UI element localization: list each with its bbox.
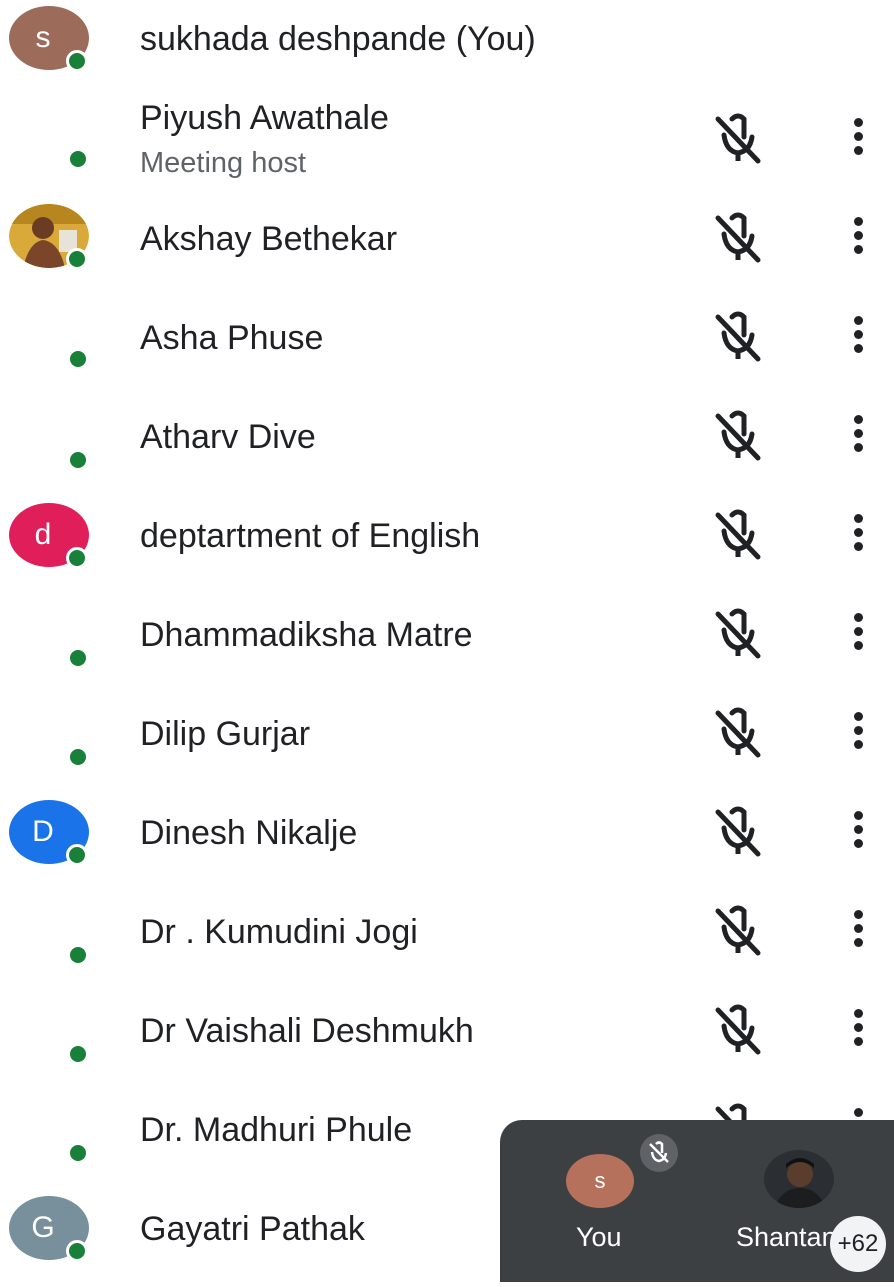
more-vert-icon[interactable]	[846, 212, 870, 264]
call-pip-panel[interactable]: s You Shantanu +62	[500, 1120, 894, 1282]
more-vert-icon[interactable]	[846, 113, 870, 165]
online-status-dot	[70, 151, 86, 167]
more-vert-icon[interactable]	[846, 608, 870, 660]
participant-name: deptartment of English	[140, 517, 481, 555]
mic-off-icon[interactable]	[710, 608, 766, 660]
mic-off-icon[interactable]	[710, 806, 766, 858]
more-vert-icon[interactable]	[846, 311, 870, 363]
more-vert-icon[interactable]	[846, 905, 870, 957]
participant-photo-avatar	[764, 1150, 834, 1208]
online-status-dot	[66, 50, 88, 72]
participant-name: Asha Phuse	[140, 319, 324, 357]
participant-name: Dhammadiksha Matre	[140, 616, 473, 654]
participant-name: Dr. Madhuri Phule	[140, 1111, 413, 1149]
more-vert-icon[interactable]	[846, 509, 870, 561]
participant-row[interactable]: Piyush Awathale Meeting host	[0, 99, 894, 198]
participant-name: Dilip Gurjar	[140, 715, 311, 753]
participant-name: Dr Vaishali Deshmukh	[140, 1012, 474, 1050]
mic-off-icon	[640, 1134, 678, 1172]
online-status-dot	[66, 844, 88, 866]
participant-name: Akshay Bethekar	[140, 220, 398, 258]
participant-role: Meeting host	[140, 147, 307, 179]
participant-row[interactable]: Dilip Gurjar	[0, 693, 894, 792]
participant-name: Gayatri Pathak	[140, 1210, 365, 1248]
more-vert-icon[interactable]	[846, 806, 870, 858]
mic-off-icon[interactable]	[710, 905, 766, 957]
mic-off-icon[interactable]	[710, 311, 766, 363]
more-participants-badge[interactable]: +62	[830, 1216, 886, 1272]
mic-off-icon[interactable]	[710, 1004, 766, 1056]
mic-off-icon[interactable]	[710, 113, 766, 165]
online-status-dot	[66, 248, 88, 270]
participant-row[interactable]: Akshay Bethekar	[0, 198, 894, 297]
self-avatar: s	[566, 1154, 634, 1208]
online-status-dot	[70, 452, 86, 468]
more-vert-icon[interactable]	[846, 707, 870, 759]
online-status-dot	[70, 947, 86, 963]
online-status-dot	[70, 351, 86, 367]
participant-row[interactable]: D Dinesh Nikalje	[0, 792, 894, 891]
online-status-dot	[70, 1145, 86, 1161]
online-status-dot	[70, 749, 86, 765]
online-status-dot	[66, 1240, 88, 1262]
mic-off-icon[interactable]	[710, 212, 766, 264]
online-status-dot	[66, 547, 88, 569]
mic-off-icon[interactable]	[710, 707, 766, 759]
participant-name: Dr . Kumudini Jogi	[140, 913, 418, 951]
participant-row[interactable]: Dr Vaishali Deshmukh	[0, 990, 894, 1089]
more-vert-icon[interactable]	[846, 410, 870, 462]
online-status-dot	[70, 650, 86, 666]
participant-row[interactable]: Dhammadiksha Matre	[0, 594, 894, 693]
participant-name: sukhada deshpande (You)	[140, 20, 536, 58]
participant-row[interactable]: Asha Phuse	[0, 297, 894, 396]
mic-off-icon[interactable]	[710, 410, 766, 462]
participant-row[interactable]: d deptartment of English	[0, 495, 894, 594]
participant-row[interactable]: Dr . Kumudini Jogi	[0, 891, 894, 990]
participant-name: Dinesh Nikalje	[140, 814, 358, 852]
online-status-dot	[70, 1046, 86, 1062]
mic-off-icon[interactable]	[710, 509, 766, 561]
more-vert-icon[interactable]	[846, 1004, 870, 1056]
self-label: You	[576, 1222, 622, 1252]
participant-row[interactable]: s sukhada deshpande (You)	[0, 0, 894, 99]
participant-name: Piyush Awathale	[140, 99, 389, 137]
participant-name: Atharv Dive	[140, 418, 316, 456]
participant-row[interactable]: Atharv Dive	[0, 396, 894, 495]
